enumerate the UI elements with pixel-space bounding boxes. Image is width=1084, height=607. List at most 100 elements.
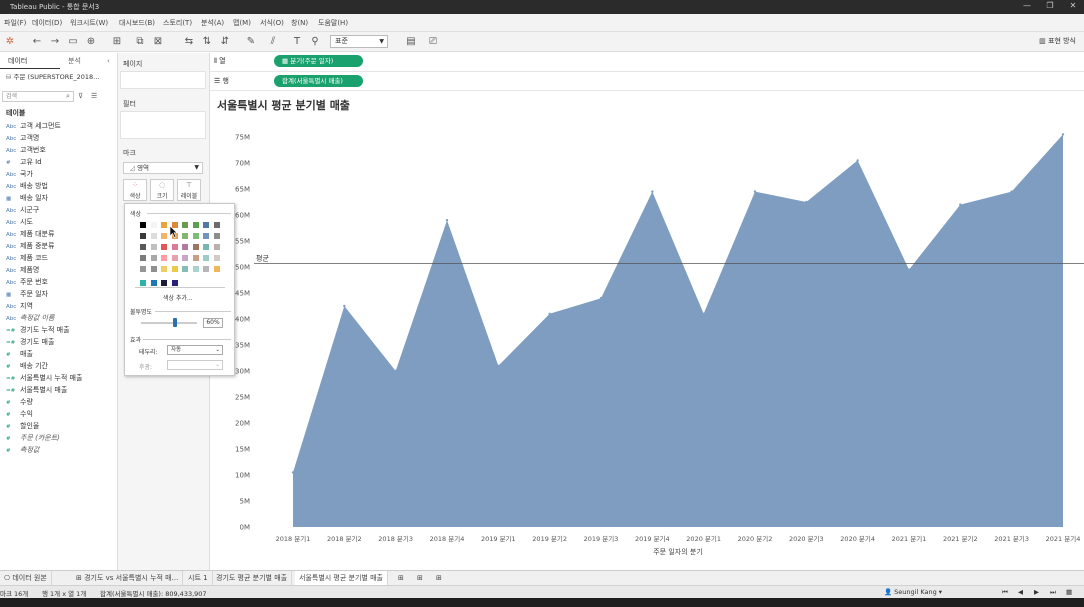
color-swatch[interactable]	[182, 255, 188, 261]
mark-type-select[interactable]: ◿ 영역 ▼	[123, 162, 203, 174]
opacity-slider-track[interactable]	[141, 322, 197, 324]
color-swatch[interactable]	[203, 222, 209, 228]
color-swatch[interactable]	[213, 244, 220, 250]
field-item[interactable]: Abc 제품 중분류	[6, 240, 54, 252]
color-swatch[interactable]	[213, 266, 220, 272]
data-point[interactable]	[599, 297, 603, 300]
recent-color-swatch[interactable]	[150, 280, 157, 286]
field-item[interactable]: # 주문 (카운트)	[6, 432, 60, 444]
menu-data[interactable]: 데이터(D)	[32, 18, 62, 28]
menu-story[interactable]: 스토리(T)	[163, 18, 192, 28]
last-page-icon[interactable]: ⏭	[1050, 588, 1056, 597]
first-page-icon[interactable]: ⏮	[1002, 588, 1008, 597]
data-point[interactable]	[445, 219, 449, 222]
color-button[interactable]: ⁘ 색상	[123, 179, 147, 201]
color-swatch[interactable]	[161, 222, 167, 228]
color-swatch[interactable]	[171, 255, 178, 261]
field-item[interactable]: Abc 시도	[6, 216, 33, 228]
field-item[interactable]: Abc 국가	[6, 168, 33, 180]
field-item[interactable]: Abc 고객명	[6, 132, 39, 144]
field-item[interactable]: =# 서울특별시 매출	[6, 384, 67, 396]
close-icon[interactable]: ✕	[1066, 1, 1080, 13]
color-swatch[interactable]	[203, 255, 209, 261]
color-swatch[interactable]	[192, 255, 199, 261]
highlight-icon[interactable]: ✎	[244, 35, 258, 49]
menu-worksheet[interactable]: 워크시트(W)	[70, 18, 108, 28]
color-swatch[interactable]	[182, 244, 188, 250]
field-item[interactable]: # 수량	[6, 396, 33, 408]
menu-format[interactable]: 서식(O)	[260, 18, 284, 28]
color-swatch[interactable]	[150, 255, 157, 261]
color-swatch[interactable]	[213, 222, 220, 228]
field-item[interactable]: Abc 제품명	[6, 264, 39, 276]
data-point[interactable]	[291, 471, 295, 474]
swap-icon[interactable]: ⇆	[182, 35, 196, 49]
save-icon[interactable]: ▭	[66, 35, 80, 49]
minimize-icon[interactable]: —	[1020, 1, 1034, 13]
list-view-icon[interactable]: ☰	[91, 92, 97, 100]
new-dashboard-tab-icon[interactable]: ⊞	[413, 571, 427, 586]
field-item[interactable]: # 고유 Id	[6, 156, 42, 168]
tab-sheet-active[interactable]: 서울특별시 평균 분기별 매출	[295, 571, 388, 586]
filters-shelf[interactable]	[120, 111, 206, 139]
color-swatch[interactable]	[140, 255, 146, 261]
color-swatch[interactable]	[192, 222, 199, 228]
field-item[interactable]: Abc 고객번호	[6, 144, 46, 156]
color-swatch[interactable]	[150, 266, 157, 272]
color-swatch[interactable]	[213, 255, 220, 261]
field-item[interactable]: Abc 제품 대분류	[6, 228, 54, 240]
color-swatch[interactable]	[161, 255, 167, 261]
filter-icon[interactable]: ⊽	[78, 92, 83, 100]
color-swatch[interactable]	[213, 233, 220, 239]
field-item[interactable]: # 배송 기간	[6, 360, 48, 372]
field-item[interactable]: # 수익	[6, 408, 33, 420]
field-item[interactable]: =# 서울특별시 누적 매출	[6, 372, 82, 384]
data-point[interactable]	[856, 159, 859, 162]
recent-color-swatch[interactable]	[161, 280, 167, 286]
color-swatch[interactable]	[161, 244, 167, 250]
recent-color-swatch[interactable]	[140, 280, 146, 286]
data-point[interactable]	[394, 369, 397, 373]
data-point[interactable]	[805, 200, 808, 204]
tab-analysis[interactable]: 분석	[68, 55, 81, 68]
user-menu[interactable]: 👤 Seungil Kang ▾	[884, 588, 942, 596]
collapse-icon[interactable]: ‹	[107, 55, 110, 68]
new-sheet-tab-icon[interactable]: ⊞	[394, 571, 408, 586]
opacity-input[interactable]: 60%	[203, 318, 223, 328]
color-swatch[interactable]	[182, 222, 188, 228]
halo-select[interactable]: ⌄	[167, 360, 223, 370]
color-swatch[interactable]	[203, 266, 209, 272]
color-swatch[interactable]	[203, 244, 209, 250]
area-chart[interactable]: 0M 5M 10M 15M 20M 25M 30M 35M 40M 45M 50M 55M 60M 65M…	[210, 116, 1084, 566]
prev-page-icon[interactable]: ◀	[1018, 588, 1023, 596]
border-select[interactable]: 자동 ⌄	[167, 345, 223, 355]
menu-analysis[interactable]: 분석(A)	[201, 18, 224, 28]
tableau-logo-icon[interactable]: ✲	[3, 35, 17, 49]
columns-pill[interactable]: ▦ 분기(주문 일자)	[274, 55, 363, 67]
color-swatch[interactable]	[192, 266, 199, 272]
tab-sheet[interactable]: 경기도 평균 분기별 매출	[212, 571, 293, 586]
field-item[interactable]: ▦ 주문 일자	[6, 288, 48, 300]
fit-select[interactable]: 표준 ▼	[330, 35, 388, 48]
field-item[interactable]: # 측정값	[6, 444, 39, 456]
tab-sheet[interactable]: ⊞ 경기도 vs 서울특별시 누적 매...	[72, 571, 184, 586]
clear-sheet-icon[interactable]: ⊠	[151, 35, 165, 49]
more-colors-link[interactable]: 색상 추가...	[163, 293, 193, 302]
color-swatch[interactable]	[171, 266, 178, 272]
duplicate-icon[interactable]: ⧉	[133, 35, 147, 49]
data-point[interactable]	[343, 304, 346, 308]
tab-datasource[interactable]: ⎔ 데이터 원본	[0, 571, 52, 586]
redo-icon[interactable]: →	[48, 35, 62, 49]
field-item[interactable]: ▦ 배송 일자	[6, 192, 48, 204]
datasource-item[interactable]: ⛁ 주문 (SUPERSTORE_2018...	[6, 71, 99, 81]
pin-icon[interactable]: ⚲	[308, 35, 322, 49]
data-point[interactable]	[1061, 133, 1065, 136]
color-swatch[interactable]	[150, 222, 157, 228]
menu-dashboard[interactable]: 대시보드(B)	[119, 18, 155, 28]
field-item[interactable]: Abc 배송 방법	[6, 180, 48, 192]
label-icon[interactable]: T	[290, 35, 304, 49]
menu-file[interactable]: 파일(F)	[4, 18, 26, 28]
field-item[interactable]: # 매출	[6, 348, 33, 360]
field-item[interactable]: Abc 고객 세그먼트	[6, 120, 61, 132]
field-item[interactable]: Abc 시군구	[6, 204, 39, 216]
